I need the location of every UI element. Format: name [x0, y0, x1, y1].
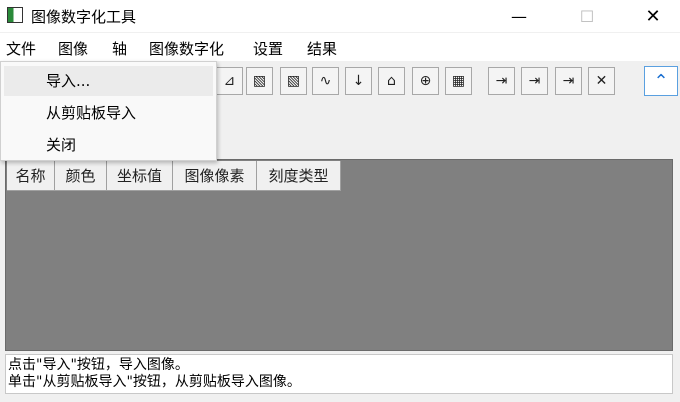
- menu-file[interactable]: 文件: [6, 38, 36, 59]
- file-menu-dropdown: 导入... 从剪贴板导入 关闭: [0, 61, 217, 161]
- title-bar: 图像数字化工具 — ☐ ✕: [0, 0, 680, 32]
- menu-item-import-clipboard[interactable]: 从剪贴板导入: [4, 98, 213, 128]
- app-icon: [7, 7, 23, 23]
- import-axis-icon[interactable]: ⇥: [521, 67, 548, 95]
- window-title: 图像数字化工具: [31, 8, 137, 26]
- grid-delete-icon[interactable]: ▦: [445, 67, 472, 95]
- menu-bar: 文件 图像 轴 图像数字化 设置 结果: [0, 33, 680, 61]
- column-header-scale-type[interactable]: 刻度类型: [257, 161, 341, 191]
- column-header-coordinate[interactable]: 坐标值: [107, 161, 173, 191]
- maximize-button[interactable]: ☐: [564, 0, 610, 32]
- menu-settings[interactable]: 设置: [253, 38, 283, 59]
- curve-icon[interactable]: ∿: [312, 67, 339, 95]
- column-header-name[interactable]: 名称: [7, 161, 55, 191]
- status-panel: 点击"导入"按钮，导入图像。 单击"从剪贴板导入"按钮，从剪贴板导入图像。: [5, 354, 673, 394]
- status-line: 单击"从剪贴板导入"按钮，从剪贴板导入图像。: [8, 374, 301, 390]
- crop-alt-icon[interactable]: ▧: [280, 67, 307, 95]
- collapse-ribbon-icon[interactable]: ⌃: [644, 66, 678, 96]
- delete-icon[interactable]: ✕: [588, 67, 615, 95]
- menu-axis[interactable]: 轴: [112, 38, 127, 59]
- menu-item-close[interactable]: 关闭: [4, 130, 213, 160]
- tag-icon[interactable]: ⌂: [378, 67, 405, 95]
- column-header-color[interactable]: 颜色: [55, 161, 107, 191]
- crop-icon[interactable]: ▧: [246, 67, 273, 95]
- sort-icon[interactable]: ↓: [345, 67, 372, 95]
- status-line: 点击"导入"按钮，导入图像。: [8, 357, 189, 373]
- add-page-icon[interactable]: ⊕: [412, 67, 439, 95]
- close-button[interactable]: ✕: [630, 0, 676, 32]
- minimize-button[interactable]: —: [496, 0, 542, 32]
- menu-image[interactable]: 图像: [58, 38, 88, 59]
- menu-item-import[interactable]: 导入...: [4, 66, 213, 96]
- menu-digitize[interactable]: 图像数字化: [149, 38, 224, 59]
- column-header-pixel[interactable]: 图像像素: [173, 161, 257, 191]
- menu-results[interactable]: 结果: [307, 38, 337, 59]
- import-column-icon[interactable]: ⇥: [488, 67, 515, 95]
- axis-icon[interactable]: ⊿: [216, 67, 243, 95]
- import-curve-icon[interactable]: ⇥: [555, 67, 582, 95]
